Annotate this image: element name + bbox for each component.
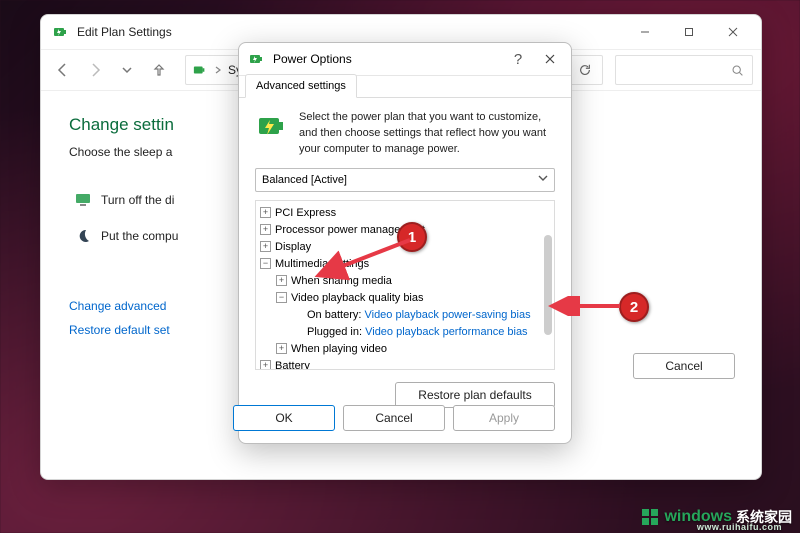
help-button[interactable]: ? xyxy=(503,44,533,74)
tree-node-vpqb[interactable]: Video playback quality bias xyxy=(291,290,424,307)
on-battery-value[interactable]: Video playback power-saving bias xyxy=(364,309,530,321)
ok-button[interactable]: OK xyxy=(233,405,335,431)
back-button[interactable] xyxy=(49,56,77,84)
annotation-badge-2: 2 xyxy=(619,292,649,322)
search-icon xyxy=(731,64,744,77)
breadcrumb-chevron-icon xyxy=(214,63,222,77)
expand-icon[interactable]: + xyxy=(260,241,271,252)
tree-node-playing-video[interactable]: When playing video xyxy=(291,341,387,358)
battery-icon xyxy=(249,51,265,67)
close-button[interactable] xyxy=(535,44,565,74)
forward-button[interactable] xyxy=(81,56,109,84)
apply-button[interactable]: Apply xyxy=(453,405,555,431)
outer-window-title: Edit Plan Settings xyxy=(77,25,623,39)
expand-icon[interactable]: + xyxy=(260,224,271,235)
cancel-button[interactable]: Cancel xyxy=(633,353,735,379)
expand-icon[interactable]: + xyxy=(276,343,287,354)
monitor-icon xyxy=(75,192,91,208)
maximize-button[interactable] xyxy=(667,15,711,49)
power-plan-value: Balanced [Active] xyxy=(262,174,347,186)
chevron-down-icon xyxy=(538,173,548,186)
plan-description: Select the power plan that you want to c… xyxy=(299,110,555,158)
expand-icon[interactable]: + xyxy=(260,360,271,370)
cancel-button[interactable]: Cancel xyxy=(343,405,445,431)
battery-icon xyxy=(192,62,208,78)
collapse-icon[interactable]: − xyxy=(260,258,271,269)
moon-icon xyxy=(75,228,91,244)
close-button[interactable] xyxy=(711,15,755,49)
tab-advanced-settings[interactable]: Advanced settings xyxy=(245,74,357,98)
turn-off-display-label: Turn off the di xyxy=(101,193,174,207)
tree-node-sharing[interactable]: When sharing media xyxy=(291,273,392,290)
minimize-button[interactable] xyxy=(623,15,667,49)
tree-node-display[interactable]: Display xyxy=(275,239,311,256)
windows-logo-icon xyxy=(640,507,660,527)
power-plan-icon xyxy=(255,110,289,144)
inner-titlebar: Power Options ? xyxy=(239,43,571,76)
recent-button[interactable] xyxy=(113,56,141,84)
expand-icon[interactable]: + xyxy=(260,207,271,218)
annotation-badge-1: 1 xyxy=(397,222,427,252)
inner-window-title: Power Options xyxy=(273,52,503,66)
refresh-button[interactable] xyxy=(567,55,603,85)
plugged-in-label: Plugged in: xyxy=(307,326,362,338)
tabstrip: Advanced settings xyxy=(239,76,571,98)
battery-icon xyxy=(53,24,69,40)
search-input[interactable] xyxy=(615,55,753,85)
power-plan-select[interactable]: Balanced [Active] xyxy=(255,168,555,192)
expand-icon[interactable]: + xyxy=(276,275,287,286)
tree-node-pci[interactable]: PCI Express xyxy=(275,205,336,222)
collapse-icon[interactable]: − xyxy=(276,292,287,303)
tree-node-battery[interactable]: Battery xyxy=(275,358,310,370)
watermark-url: www.ruihaifu.com xyxy=(697,522,782,532)
tree-scrollbar[interactable] xyxy=(542,201,554,369)
sleep-label: Put the compu xyxy=(101,229,178,243)
tree-node-multimedia[interactable]: Multimedia settings xyxy=(275,256,369,273)
plugged-in-value[interactable]: Video playback performance bias xyxy=(365,326,527,338)
up-button[interactable] xyxy=(145,56,173,84)
watermark: windows 系统家园 www.ruihaifu.com xyxy=(640,507,792,527)
on-battery-label: On battery: xyxy=(307,309,361,321)
